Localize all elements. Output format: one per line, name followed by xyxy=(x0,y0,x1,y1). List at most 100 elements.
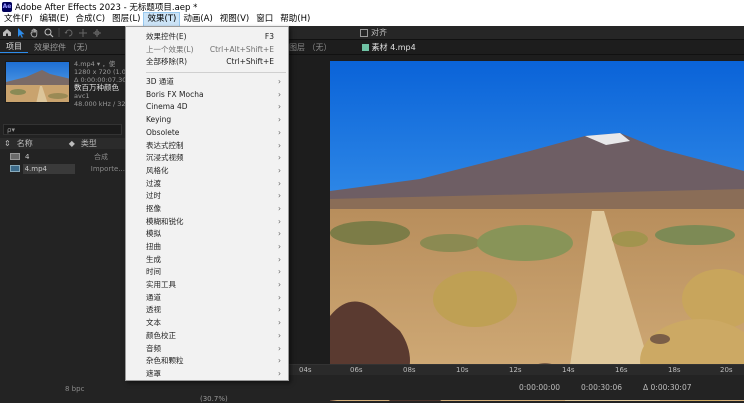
effect-category-item[interactable]: 音频 › xyxy=(126,343,288,356)
effect-category-item[interactable]: 实用工具 › xyxy=(126,279,288,292)
effect-category-item[interactable]: Cinema 4D › xyxy=(126,101,288,114)
effect-category-item[interactable]: 透视 › xyxy=(126,304,288,317)
column-type[interactable]: 类型 xyxy=(81,138,97,149)
menu-file[interactable]: 文件(F) xyxy=(0,13,36,26)
menu-view[interactable]: 视图(V) xyxy=(216,13,252,26)
viewer-panel: 图层 （无） 素材 4.mp4 04s 06s 08s 10s 12s 14s … xyxy=(289,40,744,401)
submenu-arrow-icon: › xyxy=(278,280,281,290)
time-tick: 14s xyxy=(562,366,575,374)
effect-category-item[interactable]: 文本 › xyxy=(126,317,288,330)
submenu-arrow-icon: › xyxy=(278,102,281,112)
project-search-input[interactable]: ρ▾ xyxy=(3,124,122,135)
menu-item-label: 透视 xyxy=(146,305,161,315)
menu-item-label: 实用工具 xyxy=(146,280,176,290)
effect-category-item[interactable]: 过时 › xyxy=(126,190,288,203)
menu-layer[interactable]: 图层(L) xyxy=(108,13,143,26)
menu-item-label: 表达式控制 xyxy=(146,140,184,150)
landscape-image xyxy=(330,61,744,401)
menu-help[interactable]: 帮助(H) xyxy=(276,13,313,26)
effect-category-item[interactable]: 过渡 › xyxy=(126,178,288,191)
tab-footage[interactable]: 素材 4.mp4 xyxy=(361,42,416,53)
effect-category-item[interactable]: 风格化 › xyxy=(126,165,288,178)
viewer-tabs: 图层 （无） 素材 4.mp4 xyxy=(289,40,744,55)
align-toggle[interactable]: 对齐 xyxy=(360,27,387,38)
effect-category-item[interactable]: 沉浸式视频 › xyxy=(126,152,288,165)
footage-thumbnail xyxy=(5,61,70,103)
menu-item-label: 沉浸式视频 xyxy=(146,153,184,163)
submenu-arrow-icon: › xyxy=(278,343,281,353)
bpc-label[interactable]: 8 bpc xyxy=(65,385,84,393)
hand-icon[interactable] xyxy=(28,26,42,40)
submenu-arrow-icon: › xyxy=(278,242,281,251)
menu-animation[interactable]: 动画(A) xyxy=(179,13,215,26)
zoom-level[interactable]: (30.7%) xyxy=(200,395,228,403)
project-item-type: Importe... xyxy=(90,164,125,173)
project-item-type: 合成 xyxy=(94,152,108,161)
menu-item-remove-all[interactable]: 全部移除(R) Ctrl+Shift+E xyxy=(126,56,288,69)
menu-item-shortcut: Ctrl+Shift+E xyxy=(226,57,274,67)
menu-item-label: Cinema 4D xyxy=(146,102,188,112)
tool-bar: | 对齐 xyxy=(0,26,744,40)
sort-icon[interactable]: ⇕ xyxy=(4,139,11,148)
submenu-arrow-icon: › xyxy=(278,203,281,213)
home-icon[interactable] xyxy=(0,26,14,40)
tab-layer[interactable]: 图层 （无） xyxy=(289,42,332,53)
time-tick: 06s xyxy=(350,366,363,374)
out-point-time[interactable]: 0:00:30:06 xyxy=(581,383,622,392)
menu-effect[interactable]: 效果(T) xyxy=(142,12,181,27)
effect-category-item[interactable]: 模糊和锐化 › xyxy=(126,216,288,229)
menu-item-label: Keying xyxy=(146,115,172,125)
time-tick: 20s xyxy=(720,366,733,374)
effect-category-item[interactable]: 时间 › xyxy=(126,266,288,279)
menu-item-effect-controls[interactable]: 效果控件(E) F3 xyxy=(126,31,288,44)
in-point-time[interactable]: 0:00:00:00 xyxy=(519,383,560,392)
menu-separator xyxy=(146,72,286,74)
menu-item-label: 过时 xyxy=(146,191,161,201)
project-item-row[interactable]: 4 合成 xyxy=(0,151,125,162)
move-icon[interactable] xyxy=(90,26,104,40)
footage-viewer[interactable] xyxy=(330,61,744,401)
window-title: Adobe After Effects 2023 - 无标题项目.aep * xyxy=(15,2,198,13)
time-ruler[interactable]: 04s 06s 08s 10s 12s 14s 16s 18s 20s xyxy=(289,364,744,375)
effect-category-item[interactable]: 生成 › xyxy=(126,254,288,267)
footage-tab-label: 素材 4.mp4 xyxy=(371,42,416,52)
effect-category-item[interactable]: Boris FX Mocha › xyxy=(126,89,288,102)
selection-arrow-icon[interactable] xyxy=(14,26,28,40)
effect-category-item[interactable]: 通道 › xyxy=(126,292,288,305)
tab-project[interactable]: 项目 xyxy=(0,41,28,53)
effect-category-item[interactable]: 抠像 › xyxy=(126,203,288,216)
effect-category-item[interactable]: 扭曲 › xyxy=(126,241,288,254)
effect-category-item[interactable]: 遮罩 › xyxy=(126,368,288,381)
time-tick: 16s xyxy=(615,366,628,374)
align-checkbox[interactable] xyxy=(360,28,368,37)
effect-category-item[interactable]: 3D 通道 › xyxy=(126,76,288,89)
project-item-row[interactable]: 4.mp4 Importe... xyxy=(0,163,125,174)
menu-item-label: 过渡 xyxy=(146,178,161,188)
submenu-arrow-icon: › xyxy=(278,368,281,378)
effect-category-item[interactable]: 模拟 › xyxy=(126,228,288,241)
zoom-icon[interactable] xyxy=(42,26,56,40)
column-name[interactable]: 名称 xyxy=(17,138,33,149)
submenu-arrow-icon: › xyxy=(278,178,281,188)
pan-behind-icon[interactable] xyxy=(76,26,90,40)
submenu-arrow-icon: › xyxy=(278,318,281,328)
timeline-bar: 04s 06s 08s 10s 12s 14s 16s 18s 20s 0:00… xyxy=(289,364,744,400)
effect-category-item[interactable]: Obsolete › xyxy=(126,127,288,140)
menu-window[interactable]: 窗口 xyxy=(252,13,276,26)
time-tick: 04s xyxy=(299,366,312,374)
label-tag-icon[interactable]: ◆ xyxy=(69,139,75,148)
menu-composition[interactable]: 合成(C) xyxy=(72,13,109,26)
effect-category-item[interactable]: 表达式控制 › xyxy=(126,140,288,153)
footage-label-color xyxy=(361,43,369,51)
rotate-icon[interactable] xyxy=(62,26,76,40)
project-item-name: 4 xyxy=(25,152,30,161)
menu-edit[interactable]: 编辑(E) xyxy=(36,13,72,26)
effect-category-item[interactable]: Keying › xyxy=(126,114,288,127)
effect-category-item[interactable]: 颜色校正 › xyxy=(126,330,288,343)
effect-category-item[interactable]: 杂色和颗粒 › xyxy=(126,355,288,368)
menu-item-last-effect[interactable]: 上一个效果(L) Ctrl+Alt+Shift+E xyxy=(126,44,288,57)
time-tick: 18s xyxy=(668,366,681,374)
tab-effect-controls[interactable]: 效果控件 （无） xyxy=(28,42,99,53)
title-bar: Ae Adobe After Effects 2023 - 无标题项目.aep … xyxy=(0,0,744,13)
menu-item-shortcut: F3 xyxy=(264,32,274,41)
